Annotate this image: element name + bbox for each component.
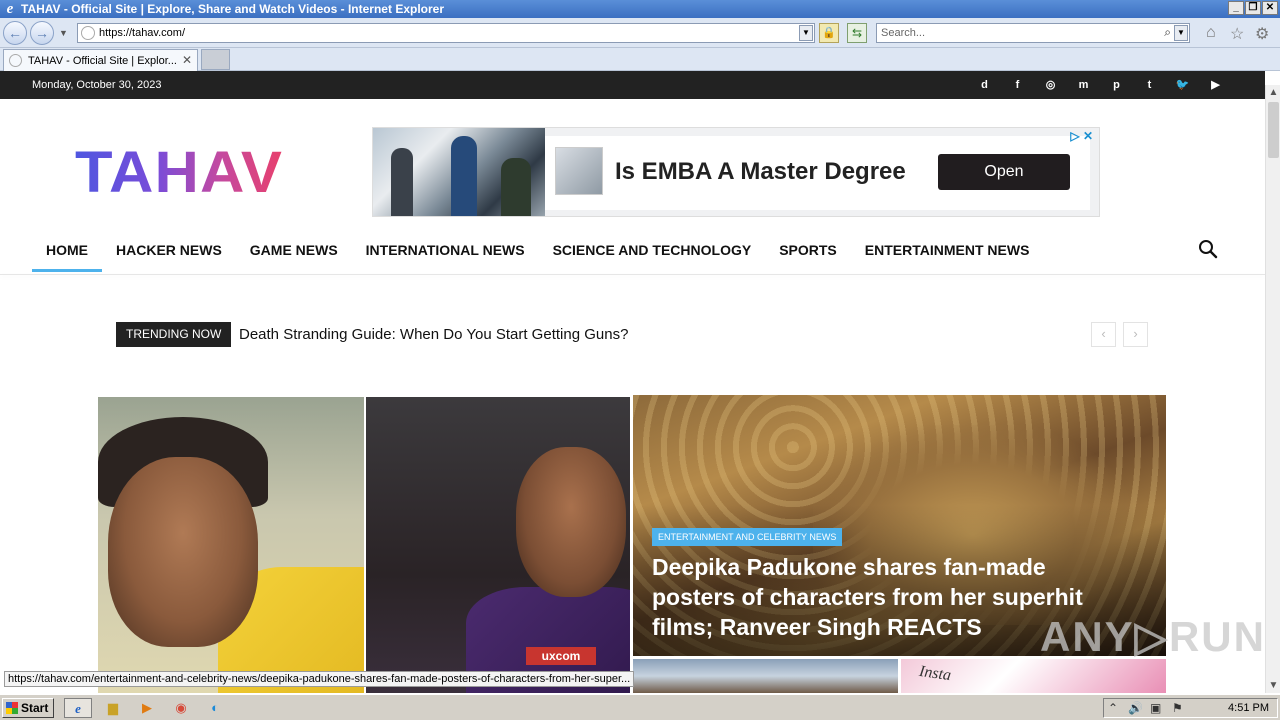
taskbar-edge-icon[interactable]: ◐ <box>201 698 229 718</box>
nav-item-international-news[interactable]: INTERNATIONAL NEWS <box>352 228 539 272</box>
facebook-icon[interactable]: f <box>1008 77 1027 93</box>
volume-icon[interactable]: 🔊 <box>1128 701 1143 715</box>
address-bar[interactable]: https://tahav.com/ ▼ <box>77 23 815 43</box>
twitter-icon[interactable]: 🐦 <box>1173 77 1192 93</box>
scroll-up-arrow-icon[interactable]: ▲ <box>1266 85 1280 100</box>
new-tab-button[interactable] <box>201 49 230 70</box>
window-title: TAHAV - Official Site | Explore, Share a… <box>21 2 444 16</box>
jersey-sponsor-text: uxcom <box>526 647 596 665</box>
main-nav: HOME HACKER NEWS GAME NEWS INTERNATIONAL NE… <box>32 228 1043 274</box>
refresh-icon[interactable]: ⇆ <box>847 23 867 43</box>
windows-flag-icon <box>6 702 18 714</box>
page-scrollbar[interactable]: ▲ ▼ <box>1265 85 1280 693</box>
home-icon[interactable]: ⌂ <box>1206 24 1216 42</box>
nav-item-sports[interactable]: SPORTS <box>765 228 851 272</box>
social-links: d f ◎ m p t 🐦 ▶ <box>975 77 1225 93</box>
ie-logo-icon: e <box>6 1 14 17</box>
start-label: Start <box>21 701 49 715</box>
taskbar-chrome-icon[interactable]: ◉ <box>167 698 195 718</box>
tab-title: TAHAV - Official Site | Explor... <box>28 54 177 67</box>
scroll-thumb[interactable] <box>1268 102 1279 158</box>
featured-image-cricketer-1[interactable] <box>98 397 364 693</box>
status-bar-url: https://tahav.com/entertainment-and-cele… <box>4 671 635 687</box>
search-placeholder: Search... <box>881 27 926 39</box>
ad-headline[interactable]: Is EMBA A Master Degree <box>615 158 906 186</box>
instagram-icon[interactable]: ◎ <box>1041 77 1060 93</box>
nav-search-icon[interactable] <box>1197 238 1219 260</box>
featured-image-cricketer-2[interactable]: uxcom <box>366 397 630 693</box>
tab-bar: TAHAV - Official Site | Explor... ✕ <box>0 48 1280 71</box>
trending-label: TRENDING NOW <box>116 322 232 347</box>
site-logo[interactable]: TAHAV <box>75 139 283 206</box>
close-window-button[interactable]: ✕ <box>1262 1 1278 15</box>
tray-expand-icon[interactable]: ⌃ <box>1108 701 1118 715</box>
tumblr-icon[interactable]: t <box>1140 77 1159 93</box>
system-tray: ⌃ 🔊 ▣ ⚑ 4:51 PM <box>1103 698 1278 718</box>
category-badge[interactable]: ENTERTAINMENT AND CELEBRITY NEWS <box>652 528 843 546</box>
ad-photo <box>373 128 545 216</box>
instagram-text: Insta <box>918 662 953 685</box>
network-icon[interactable]: ▣ <box>1150 701 1161 715</box>
favorites-star-icon[interactable]: ☆ <box>1230 24 1244 44</box>
start-button[interactable]: Start <box>2 698 54 718</box>
taskbar-media-player-icon[interactable]: ▶ <box>133 698 161 718</box>
nav-item-hacker-news[interactable]: HACKER NEWS <box>102 228 236 272</box>
minimize-button[interactable]: _ <box>1228 1 1244 15</box>
anyrun-watermark: ANY▷RUN <box>1040 613 1266 660</box>
ad-banner[interactable]: Is EMBA A Master Degree Open ▷ ✕ <box>372 127 1100 217</box>
address-text[interactable]: https://tahav.com/ <box>99 27 185 39</box>
tab-favicon-icon <box>9 54 22 67</box>
ad-open-button[interactable]: Open <box>938 154 1070 190</box>
address-dropdown-icon[interactable]: ▼ <box>799 25 813 41</box>
taskbar-ie-icon[interactable]: e <box>64 698 92 718</box>
recent-pages-dropdown-icon[interactable]: ▼ <box>59 28 68 38</box>
ad-thumbnail <box>555 147 603 195</box>
trending-prev-button[interactable]: ‹ <box>1091 322 1116 347</box>
taskbar-folder-icon[interactable]: ▆ <box>99 698 127 718</box>
site-topbar: Monday, October 30, 2023 d f ◎ m p t 🐦 ▶ <box>0 71 1265 99</box>
close-tab-icon[interactable]: ✕ <box>182 53 192 67</box>
lock-icon[interactable]: 🔒 <box>819 23 839 43</box>
taskbar: Start e ▆ ▶ ◉ ◐ ⌃ 🔊 ▣ ⚑ 4:51 PM <box>0 694 1280 720</box>
site-favicon-icon <box>81 26 95 40</box>
current-date: Monday, October 30, 2023 <box>32 79 162 91</box>
gear-icon[interactable]: ⚙ <box>1255 24 1269 44</box>
trending-next-button[interactable]: › <box>1123 322 1148 347</box>
search-input[interactable]: Search... ⌕ ▼ <box>876 23 1190 43</box>
address-toolbar: ← → ▼ https://tahav.com/ ▼ 🔒 ⇆ Search...… <box>0 18 1280 48</box>
discord-icon[interactable]: d <box>975 77 994 93</box>
forward-button[interactable]: → <box>30 21 54 45</box>
back-button[interactable]: ← <box>3 21 27 45</box>
restore-button[interactable]: ❐ <box>1245 1 1261 15</box>
nav-item-entertainment-news[interactable]: ENTERTAINMENT NEWS <box>851 228 1044 272</box>
mix-icon[interactable]: m <box>1074 77 1093 93</box>
nav-item-game-news[interactable]: GAME NEWS <box>236 228 352 272</box>
taskbar-clock[interactable]: 4:51 PM <box>1228 702 1269 714</box>
youtube-icon[interactable]: ▶ <box>1206 77 1225 93</box>
ad-card[interactable]: Is EMBA A Master Degree Open <box>545 136 1090 210</box>
search-icon[interactable]: ⌕ <box>1164 25 1171 40</box>
nav-item-home[interactable]: HOME <box>32 228 102 272</box>
trending-headline[interactable]: Death Stranding Guide: When Do You Start… <box>239 326 628 343</box>
adchoices-icon[interactable]: ▷ ✕ <box>1070 129 1093 143</box>
pinterest-icon[interactable]: p <box>1107 77 1126 93</box>
window-titlebar: e TAHAV - Official Site | Explore, Share… <box>0 0 1280 18</box>
nav-item-science-and-technology[interactable]: SCIENCE AND TECHNOLOGY <box>539 228 766 272</box>
search-dropdown-icon[interactable]: ▼ <box>1174 25 1188 41</box>
featured-small-article-2[interactable]: Insta <box>901 659 1166 693</box>
scroll-down-arrow-icon[interactable]: ▼ <box>1266 678 1280 693</box>
tab-tahav[interactable]: TAHAV - Official Site | Explor... ✕ <box>3 49 198 71</box>
player-face <box>516 447 626 597</box>
featured-small-article-1[interactable] <box>633 659 898 693</box>
action-center-flag-icon[interactable]: ⚑ <box>1172 701 1183 715</box>
player-face <box>108 457 258 647</box>
nav-divider <box>0 274 1265 275</box>
